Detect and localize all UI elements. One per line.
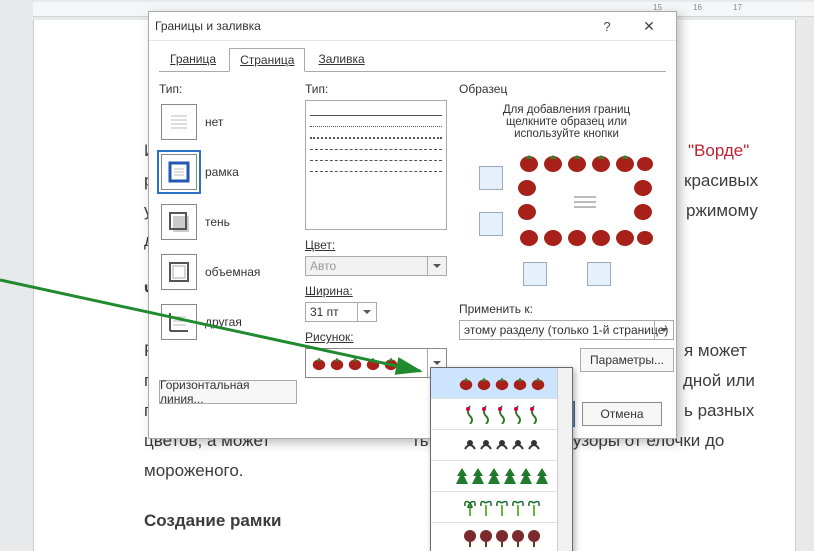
edge-top-button[interactable] (479, 166, 503, 190)
doc-text: мороженого. (144, 456, 244, 486)
chevron-down-icon (654, 321, 673, 339)
tab-fill[interactable]: Заливка (307, 47, 375, 71)
title-bar: Границы и заливка ? ✕ (149, 12, 676, 41)
type-swatch-shadow (161, 204, 197, 240)
edge-left-button[interactable] (523, 262, 547, 286)
art-option-strawberry[interactable] (431, 368, 572, 399)
art-option-birds[interactable] (431, 430, 572, 461)
annotation-arrow (0, 245, 430, 405)
preview-column: Образец Для добавления границ щелкните о… (459, 82, 674, 404)
dropdown-scrollbar[interactable] (557, 368, 572, 551)
doc-text: "Ворде" (688, 136, 749, 166)
type-option-shadow[interactable]: тень (159, 202, 297, 242)
preview-page-icon (547, 180, 623, 224)
doc-text: ржимому (686, 196, 758, 226)
type-label: Тип: (159, 82, 297, 96)
art-option-leaves[interactable] (431, 399, 572, 430)
close-button[interactable]: ✕ (628, 12, 670, 40)
type-option-none[interactable]: нет (159, 102, 297, 142)
edge-right-button[interactable] (587, 262, 611, 286)
type-option-label: тень (205, 215, 230, 229)
doc-heading: Создание рамки (144, 506, 281, 536)
type-swatch-box (161, 154, 197, 190)
doc-text: дной или (683, 366, 755, 396)
type-swatch-none (161, 104, 197, 140)
type-option-label: рамка (205, 165, 239, 179)
sample-label: Образец (459, 82, 674, 96)
art-option-palms[interactable] (431, 492, 572, 523)
options-button[interactable]: Параметры... (580, 348, 674, 372)
edge-bottom-button[interactable] (479, 212, 503, 236)
doc-text: красивых (684, 166, 758, 196)
art-option-pines[interactable] (431, 461, 572, 492)
sample-hint: Для добавления границ щелкните образец и… (477, 104, 656, 140)
apply-to-value: этому разделу (только 1-й странице) (464, 323, 668, 337)
doc-text: я может (684, 336, 747, 366)
tab-strip: Граница Страница Заливка (149, 41, 676, 71)
picture-art-dropdown[interactable] (430, 367, 573, 551)
tab-border[interactable]: Граница (159, 47, 227, 71)
apply-to-label: Применить к: (459, 302, 674, 316)
dialog-title: Границы и заливка (155, 19, 586, 33)
doc-text: ь разных (684, 396, 754, 426)
type-option-box[interactable]: рамка (159, 152, 297, 192)
help-button[interactable]: ? (586, 12, 628, 40)
preview-sample[interactable] (515, 154, 655, 248)
tab-page[interactable]: Страница (229, 48, 305, 72)
cancel-button[interactable]: Отмена (582, 402, 662, 426)
style-label: Тип: (305, 82, 447, 96)
art-option-maples[interactable] (431, 523, 572, 551)
line-style-list[interactable] (305, 100, 447, 230)
type-option-label: нет (205, 115, 223, 129)
apply-to-select[interactable]: этому разделу (только 1-й странице) (459, 320, 674, 340)
